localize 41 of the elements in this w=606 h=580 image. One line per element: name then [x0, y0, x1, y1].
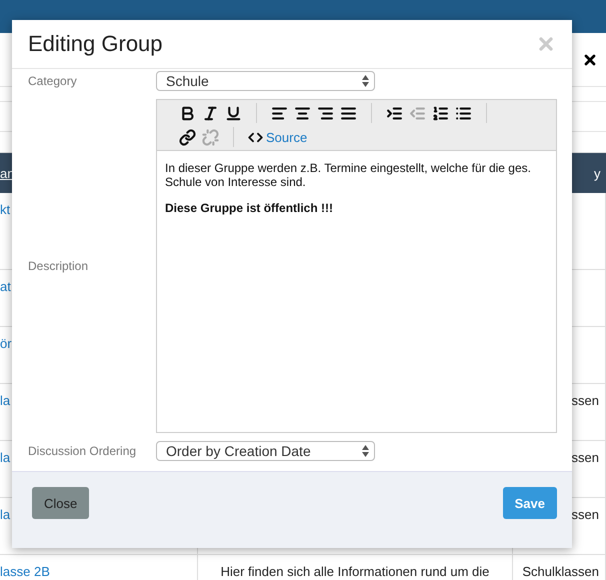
column-header[interactable]: y [594, 166, 606, 180]
field-label: Discussion Ordering [28, 444, 138, 458]
bullet-list-icon [455, 104, 472, 122]
table-cell-text: ssen [572, 507, 600, 522]
align-justify-icon [340, 104, 357, 122]
source-button[interactable]: Source [246, 126, 310, 148]
field-label: Description [28, 259, 90, 273]
unlink-icon [202, 128, 219, 146]
align-left-icon [271, 104, 288, 122]
field-label: Category [28, 74, 78, 88]
paragraph: In dieser Gruppe werden z.B. Termine eingestellt, welche für die ges. Schule von Interesse sind. [165, 161, 532, 189]
align-center-icon [294, 104, 311, 122]
updown-arrows-icon [362, 75, 369, 87]
group-link[interactable]: lasse 2B [0, 564, 50, 579]
close-icon[interactable] [582, 52, 598, 68]
link-icon [179, 128, 196, 146]
bold-icon [179, 104, 196, 122]
updown-arrows-icon [362, 445, 369, 457]
save-button[interactable]: Save [502, 487, 557, 519]
italic-icon [202, 104, 219, 122]
close-button[interactable]: Close [32, 487, 90, 519]
table-cell-text: ssen [572, 393, 600, 408]
group-link[interactable]: at [0, 279, 11, 294]
paragraph: Diese Gruppe ist öffentlich !!! [165, 201, 334, 215]
rich-text-editor[interactable]: Source In dieser Gruppe werden z.B. Termine eingestellt, welche für die ges. Schule von Interesse sind. Diese Gruppe ist öffentlich !!! [156, 99, 557, 433]
indent-icon [386, 104, 403, 122]
dialog-title: Editing Group [28, 31, 163, 57]
align-right-icon [317, 104, 334, 122]
underline-icon [225, 104, 242, 122]
group-link[interactable]: la [0, 450, 10, 465]
table-cell: Hier finden sich alle Informationen rund um die [220, 564, 490, 579]
numbered-list-icon [432, 104, 449, 122]
group-link[interactable]: ör [0, 336, 12, 351]
group-link[interactable]: la [0, 393, 10, 408]
table-cell-text: Schulklassen [522, 564, 600, 579]
group-link[interactable]: kt [0, 202, 10, 217]
outdent-icon [409, 104, 426, 122]
select-field[interactable]: Schule [156, 71, 375, 91]
select-field[interactable]: Order by Creation Date [156, 441, 375, 461]
table-cell-text: ssen [572, 450, 600, 465]
group-link[interactable]: la [0, 507, 10, 522]
